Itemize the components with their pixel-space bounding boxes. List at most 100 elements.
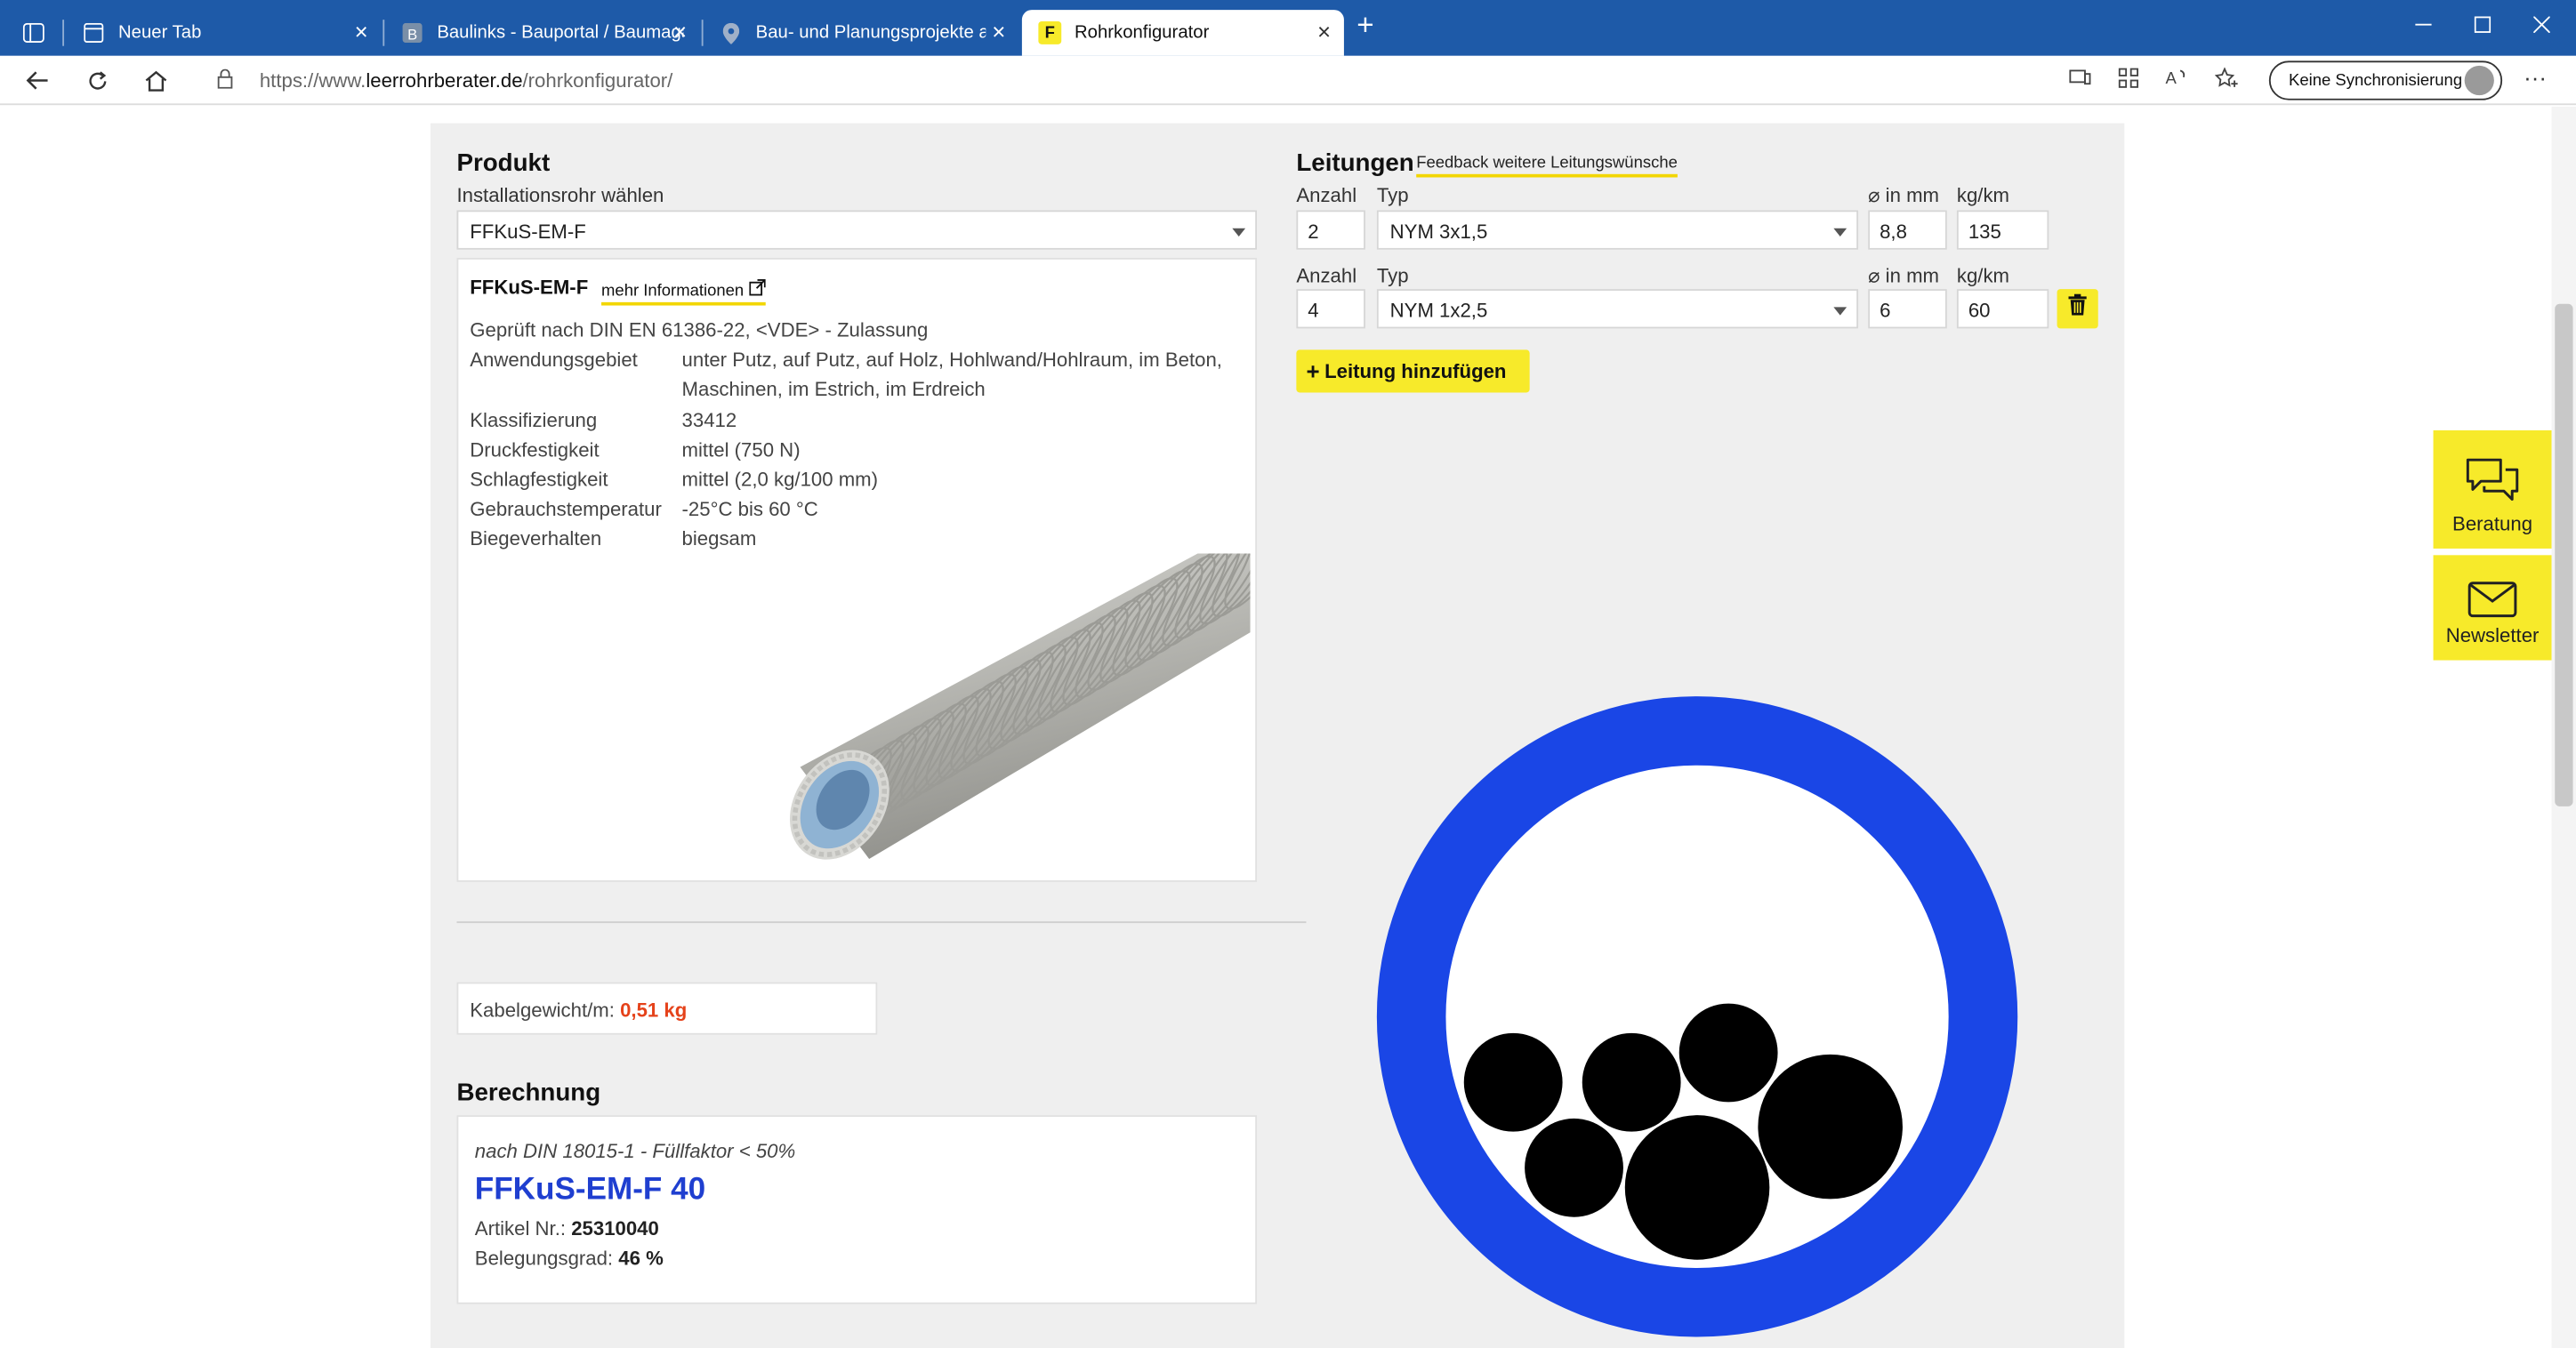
close-icon[interactable]: × xyxy=(1317,20,1331,43)
add-line-label: Leitung hinzufügen xyxy=(1324,359,1507,383)
page-scrollbar[interactable] xyxy=(2551,107,2576,1348)
fill-value: 46 % xyxy=(618,1246,664,1270)
location-pin-icon xyxy=(720,21,743,44)
leitungen-heading: Leitungen xyxy=(1296,149,1414,178)
cable-nym-1x2-5 xyxy=(1678,1003,1778,1103)
newsletter-button[interactable]: Newsletter xyxy=(2433,555,2552,661)
tab-neuer-tab[interactable]: Neuer Tab × xyxy=(66,10,382,56)
close-icon[interactable]: × xyxy=(355,20,368,43)
col-anzahl: Anzahl xyxy=(1296,183,1357,207)
installationsrohr-select[interactable]: FFKuS-EM-F xyxy=(456,210,1258,250)
newsletter-label: Newsletter xyxy=(2445,623,2540,647)
spec-value: 33412 xyxy=(681,408,737,432)
tested-text: Geprüft nach DIN EN 61386-22, <VDE> - Zu… xyxy=(470,318,929,342)
tab-rohrkonfigurator[interactable]: F Rohrkonfigurator × xyxy=(1021,10,1344,56)
cable-nym-3x1-5 xyxy=(1758,1054,1903,1200)
scrollbar-thumb[interactable] xyxy=(2555,303,2573,806)
spec-key: Druckfestigkeit xyxy=(470,438,600,462)
new-tab-page-icon xyxy=(82,21,105,44)
rohrkonfigurator-favicon-icon: F xyxy=(1038,21,1062,44)
envelope-icon xyxy=(2467,582,2517,618)
favorites-star-icon[interactable] xyxy=(2211,67,2241,94)
chat-bubbles-icon xyxy=(2466,458,2519,501)
article-row: Artikel Nr.: 25310040 xyxy=(475,1217,659,1240)
anzahl-input[interactable]: 4 xyxy=(1296,289,1365,329)
spec-key: Biegeverhalten xyxy=(470,526,602,550)
product-card-title: FFKuS-EM-F xyxy=(470,276,589,300)
tab-label: Neuer Tab xyxy=(117,22,202,44)
col-diameter: ⌀ in mm xyxy=(1868,183,1940,207)
reload-icon[interactable] xyxy=(79,64,116,97)
typ-select[interactable]: NYM 1x2,5 xyxy=(1376,289,1859,329)
chevron-down-icon xyxy=(1833,228,1847,237)
sync-button[interactable]: Keine Synchronisierung xyxy=(2268,60,2503,100)
tab-bauprojekte[interactable]: Bau- und Planungsprojekte auf B × xyxy=(704,10,1019,56)
url-domain: leerrohrberater.de xyxy=(366,68,523,92)
typ-select[interactable]: NYM 3x1,5 xyxy=(1376,210,1859,250)
close-icon[interactable]: × xyxy=(992,20,1005,43)
tab-label: Baulinks - Bauportal / Baumagaz xyxy=(437,22,684,44)
device-icon[interactable] xyxy=(2065,68,2095,94)
weight-input[interactable]: 135 xyxy=(1956,210,2049,250)
external-link-icon xyxy=(748,279,765,301)
col-weight: kg/km xyxy=(1956,264,2010,288)
new-tab-plus-icon[interactable]: + xyxy=(1340,8,1389,43)
page-content: Produkt Installationsrohr wählen FFKuS-E… xyxy=(0,107,2576,1348)
spec-value: biegsam xyxy=(681,526,757,550)
url-prefix: https://www. xyxy=(259,68,366,92)
anzahl-input[interactable]: 2 xyxy=(1296,210,1365,250)
tab-label: Bau- und Planungsprojekte auf B xyxy=(755,22,986,44)
col-weight: kg/km xyxy=(1956,183,2010,207)
lock-icon xyxy=(217,68,250,93)
more-menu-icon[interactable]: ··· xyxy=(2524,64,2547,91)
conduit-product-image xyxy=(789,553,1251,860)
sync-label: Keine Synchronisierung xyxy=(2289,71,2463,90)
tab-actions-button[interactable] xyxy=(6,10,55,56)
maximize-icon[interactable] xyxy=(2458,13,2507,38)
minimize-icon[interactable] xyxy=(2399,13,2448,38)
col-diameter: ⌀ in mm xyxy=(1868,264,1940,288)
feedback-link[interactable]: Feedback weitere Leitungswünsche xyxy=(1416,155,1678,178)
profile-avatar-icon xyxy=(2464,65,2494,96)
url-field[interactable]: https://www. leerrohrberater.de/rohrkonfi… xyxy=(194,60,2251,100)
spec-value: mittel (750 N) xyxy=(681,438,801,462)
fill-label: Belegungsgrad: xyxy=(474,1246,619,1270)
more-info-label: mehr Informationen xyxy=(601,282,745,301)
trash-icon xyxy=(2068,293,2087,324)
weight-input[interactable]: 60 xyxy=(1956,289,2049,329)
diameter-input[interactable]: 6 xyxy=(1868,289,1947,329)
apps-grid-icon[interactable] xyxy=(2113,68,2142,94)
add-line-button[interactable]: + Leitung hinzufügen xyxy=(1296,349,1530,393)
close-icon[interactable]: × xyxy=(673,20,687,43)
plus-icon: + xyxy=(1306,357,1320,385)
home-icon[interactable] xyxy=(138,64,174,97)
cable-nym-3x1-5 xyxy=(1624,1115,1770,1260)
read-aloud-icon[interactable]: A xyxy=(2162,68,2192,94)
cable-weight-box: Kabelgewicht/m: 0,51 kg xyxy=(456,982,878,1035)
back-arrow-icon[interactable] xyxy=(20,64,56,97)
produkt-heading: Produkt xyxy=(456,149,551,178)
tab-actions-icon xyxy=(22,21,44,44)
tab-bar: Neuer Tab × B Baulinks - Bauportal / Bau… xyxy=(0,0,2576,56)
cable-nym-1x2-5 xyxy=(1463,1032,1563,1132)
tab-baulinks[interactable]: B Baulinks - Bauportal / Baumagaz × xyxy=(384,10,700,56)
divider xyxy=(456,921,1307,924)
product-info-card: FFKuS-EM-F mehr Informationen Geprüft na… xyxy=(456,257,1258,882)
cable-weight-value: 0,51 kg xyxy=(620,999,688,1022)
window-close-icon[interactable] xyxy=(2517,13,2566,38)
installationsrohr-label: Installationsrohr wählen xyxy=(456,183,664,207)
url-path: /rohrkonfigurator/ xyxy=(522,68,673,92)
svg-text:A: A xyxy=(2165,68,2177,87)
installationsrohr-value: FFKuS-EM-F xyxy=(470,220,586,244)
col-typ: Typ xyxy=(1376,183,1409,207)
chevron-down-icon xyxy=(1232,228,1246,237)
diameter-input[interactable]: 8,8 xyxy=(1868,210,1947,250)
col-anzahl: Anzahl xyxy=(1296,264,1357,288)
more-info-link[interactable]: mehr Informationen xyxy=(601,279,765,306)
browser-window: Neuer Tab × B Baulinks - Bauportal / Bau… xyxy=(0,0,2576,1348)
delete-row-button[interactable] xyxy=(2057,289,2098,329)
beratung-label: Beratung xyxy=(2452,512,2533,536)
article-label: Artikel Nr.: xyxy=(474,1216,572,1240)
address-bar: https://www. leerrohrberater.de/rohrkonfi… xyxy=(0,55,2576,106)
beratung-button[interactable]: Beratung xyxy=(2433,429,2552,549)
